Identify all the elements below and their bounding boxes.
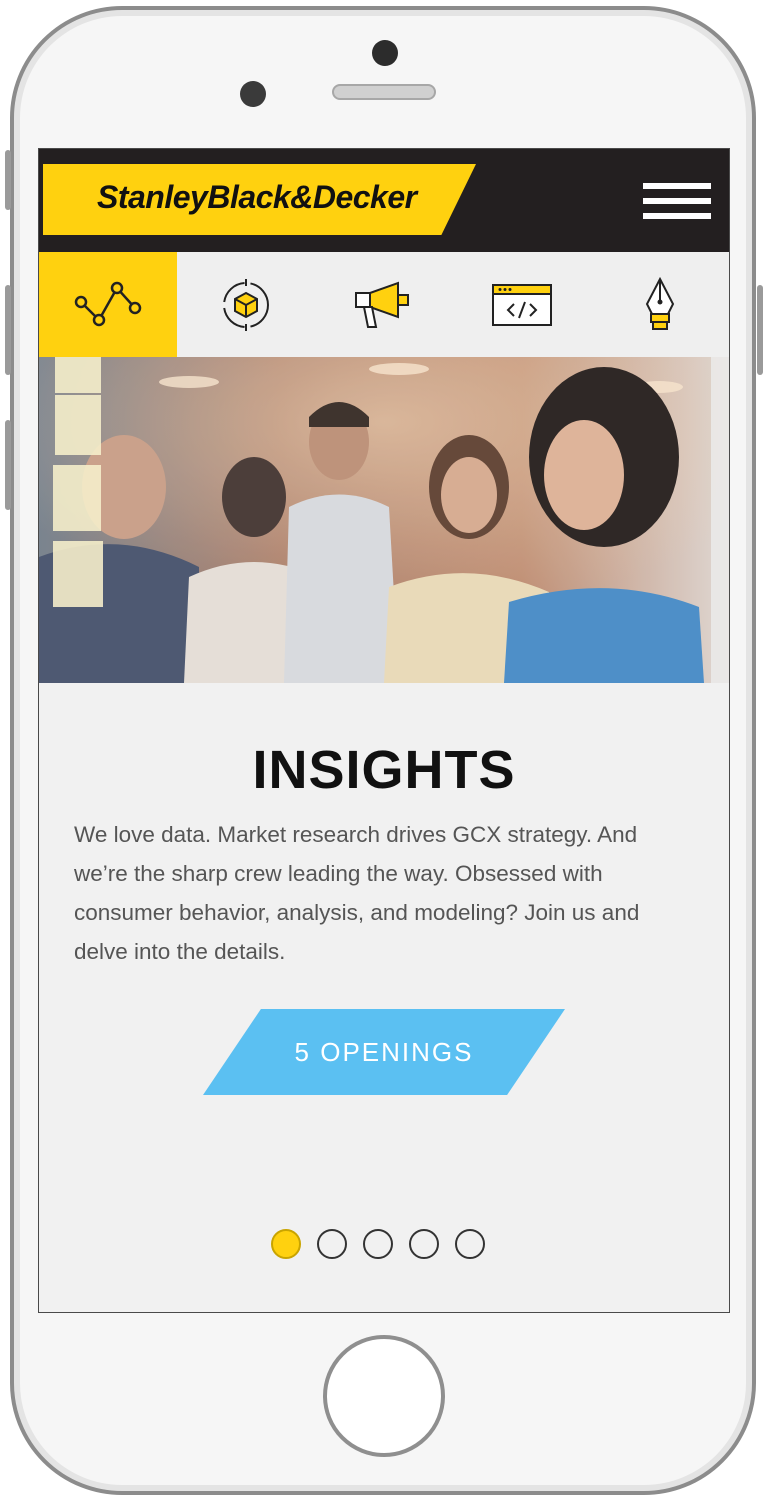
phone-power-button (757, 285, 763, 375)
pagination-dot-2[interactable] (317, 1229, 347, 1259)
tab-marketing[interactable] (315, 252, 453, 357)
phone-volume-down (5, 420, 11, 510)
hamburger-menu-button[interactable] (643, 183, 711, 219)
front-camera (372, 40, 398, 66)
site-header: StanleyBlack&Decker (39, 149, 729, 252)
team-meeting-photo (39, 357, 729, 683)
home-button[interactable] (323, 1335, 445, 1457)
section-content: INSIGHTS We love data. Market research d… (39, 683, 729, 1312)
proximity-sensor (240, 81, 266, 107)
megaphone-icon (355, 281, 409, 328)
pagination-dot-5[interactable] (455, 1229, 485, 1259)
menu-bar (643, 183, 711, 189)
carousel-pagination (271, 1229, 485, 1259)
tab-development[interactable] (453, 252, 591, 357)
earpiece-speaker (332, 84, 436, 100)
phone-volume-up (5, 285, 11, 375)
openings-button[interactable]: 5 OPENINGS (203, 1009, 565, 1095)
menu-bar (643, 198, 711, 204)
pagination-dot-4[interactable] (409, 1229, 439, 1259)
tab-insights[interactable] (39, 252, 177, 357)
3d-cube-target-icon (223, 278, 269, 331)
tab-design[interactable] (177, 252, 315, 357)
section-description: We love data. Market research drives GCX… (74, 822, 640, 964)
phone-side-button (5, 150, 11, 210)
code-window-icon (492, 283, 552, 326)
menu-bar (643, 213, 711, 219)
data-graph-icon (74, 281, 142, 326)
tab-copywriting[interactable] (591, 252, 729, 357)
phone-screen: StanleyBlack&Decker INSIGHTS We love dat… (38, 148, 730, 1313)
pen-nib-icon (645, 276, 675, 330)
section-title: INSIGHTS (252, 740, 516, 800)
pagination-dot-3[interactable] (363, 1229, 393, 1259)
category-icon-bar (39, 252, 729, 357)
pagination-dot-1[interactable] (271, 1229, 301, 1259)
brand-logo-text[interactable]: StanleyBlack&Decker (97, 179, 417, 216)
hero-photo (39, 357, 729, 683)
